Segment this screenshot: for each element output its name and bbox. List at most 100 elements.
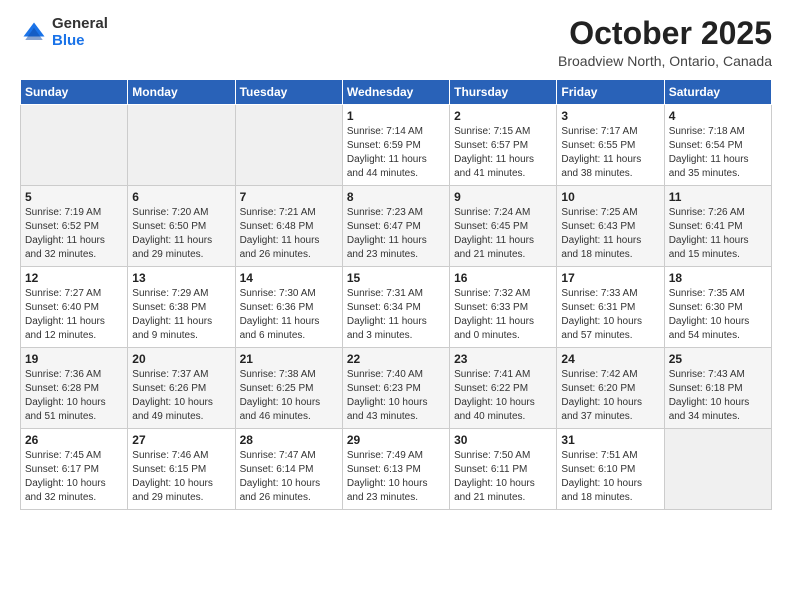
day-number: 16 [454, 271, 552, 285]
day-info: Sunrise: 7:42 AM Sunset: 6:20 PM Dayligh… [561, 368, 659, 424]
day-number: 23 [454, 352, 552, 366]
day-info: Sunrise: 7:23 AM Sunset: 6:47 PM Dayligh… [347, 206, 445, 262]
calendar-week-row: 26Sunrise: 7:45 AM Sunset: 6:17 PM Dayli… [21, 429, 772, 510]
day-info: Sunrise: 7:25 AM Sunset: 6:43 PM Dayligh… [561, 206, 659, 262]
calendar-cell: 16 Sunrise: 7:32 AM Sunset: 6:33 PM Dayli… [450, 267, 557, 348]
day-info: Sunrise: 7:19 AM Sunset: 6:52 PM Dayligh… [25, 206, 123, 262]
day-info: Sunrise: 7:35 AM Sunset: 6:30 PM Dayligh… [669, 287, 767, 343]
day-info: Sunrise: 7:36 AM Sunset: 6:28 PM Dayligh… [25, 368, 123, 424]
calendar-day-header: Thursday [450, 80, 557, 105]
day-number: 7 [240, 190, 338, 204]
calendar-cell: 30Sunrise: 7:50 AM Sunset: 6:11 PM Dayli… [450, 429, 557, 510]
day-number: 12 [25, 271, 123, 285]
day-number: 28 [240, 433, 338, 447]
calendar-cell: 22 Sunrise: 7:40 AM Sunset: 6:23 PM Dayli… [342, 348, 449, 429]
page: General Blue October 2025 Broadview Nort… [0, 0, 792, 612]
logo-text: General Blue [52, 16, 108, 49]
day-info: Sunrise: 7:14 AM Sunset: 6:59 PM Dayligh… [347, 125, 445, 181]
day-number: 24 [561, 352, 659, 366]
calendar-day-header: Sunday [21, 80, 128, 105]
day-info: Sunrise: 7:29 AM Sunset: 6:38 PM Dayligh… [132, 287, 230, 343]
day-number: 27 [132, 433, 230, 447]
calendar-cell: 10 Sunrise: 7:25 AM Sunset: 6:43 PM Dayli… [557, 186, 664, 267]
day-info: Sunrise: 7:50 AM Sunset: 6:11 PM Dayligh… [454, 449, 552, 505]
calendar-cell: 26Sunrise: 7:45 AM Sunset: 6:17 PM Dayli… [21, 429, 128, 510]
day-number: 20 [132, 352, 230, 366]
calendar-cell: 7 Sunrise: 7:21 AM Sunset: 6:48 PM Daylig… [235, 186, 342, 267]
calendar-cell: 31 Sunrise: 7:51 AM Sunset: 6:10 PM Dayli… [557, 429, 664, 510]
day-number: 4 [669, 109, 767, 123]
calendar-week-row: 5 Sunrise: 7:19 AM Sunset: 6:52 PM Daylig… [21, 186, 772, 267]
calendar-header-row: SundayMondayTuesdayWednesdayThursdayFrid… [21, 80, 772, 105]
logo-blue-text: Blue [52, 33, 108, 50]
location-subtitle: Broadview North, Ontario, Canada [558, 53, 772, 69]
day-number: 10 [561, 190, 659, 204]
day-number: 11 [669, 190, 767, 204]
calendar-cell: 23 Sunrise: 7:41 AM Sunset: 6:22 PM Dayli… [450, 348, 557, 429]
calendar-cell: 20Sunrise: 7:37 AM Sunset: 6:26 PM Dayli… [128, 348, 235, 429]
calendar-cell: 21 Sunrise: 7:38 AM Sunset: 6:25 PM Dayli… [235, 348, 342, 429]
calendar-cell: 2 Sunrise: 7:15 AM Sunset: 6:57 PM Daylig… [450, 105, 557, 186]
day-number: 1 [347, 109, 445, 123]
day-info: Sunrise: 7:33 AM Sunset: 6:31 PM Dayligh… [561, 287, 659, 343]
day-number: 13 [132, 271, 230, 285]
day-number: 8 [347, 190, 445, 204]
calendar-cell: 11Sunrise: 7:26 AM Sunset: 6:41 PM Dayli… [664, 186, 771, 267]
day-number: 18 [669, 271, 767, 285]
calendar-day-header: Tuesday [235, 80, 342, 105]
day-number: 17 [561, 271, 659, 285]
day-info: Sunrise: 7:21 AM Sunset: 6:48 PM Dayligh… [240, 206, 338, 262]
calendar-cell: 13 Sunrise: 7:29 AM Sunset: 6:38 PM Dayli… [128, 267, 235, 348]
day-info: Sunrise: 7:31 AM Sunset: 6:34 PM Dayligh… [347, 287, 445, 343]
day-info: Sunrise: 7:40 AM Sunset: 6:23 PM Dayligh… [347, 368, 445, 424]
calendar-cell: 18 Sunrise: 7:35 AM Sunset: 6:30 PM Dayli… [664, 267, 771, 348]
calendar-cell: 3Sunrise: 7:17 AM Sunset: 6:55 PM Daylig… [557, 105, 664, 186]
day-info: Sunrise: 7:15 AM Sunset: 6:57 PM Dayligh… [454, 125, 552, 181]
day-info: Sunrise: 7:47 AM Sunset: 6:14 PM Dayligh… [240, 449, 338, 505]
day-number: 9 [454, 190, 552, 204]
calendar-cell: 19Sunrise: 7:36 AM Sunset: 6:28 PM Dayli… [21, 348, 128, 429]
logo-general-text: General [52, 16, 108, 33]
day-number: 31 [561, 433, 659, 447]
calendar-cell: 17 Sunrise: 7:33 AM Sunset: 6:31 PM Dayli… [557, 267, 664, 348]
month-title: October 2025 [558, 16, 772, 51]
calendar-week-row: 12 Sunrise: 7:27 AM Sunset: 6:40 PM Dayli… [21, 267, 772, 348]
day-number: 26 [25, 433, 123, 447]
calendar-cell [21, 105, 128, 186]
day-info: Sunrise: 7:41 AM Sunset: 6:22 PM Dayligh… [454, 368, 552, 424]
day-number: 21 [240, 352, 338, 366]
day-number: 14 [240, 271, 338, 285]
calendar-cell: 6 Sunrise: 7:20 AM Sunset: 6:50 PM Daylig… [128, 186, 235, 267]
day-info: Sunrise: 7:30 AM Sunset: 6:36 PM Dayligh… [240, 287, 338, 343]
day-info: Sunrise: 7:27 AM Sunset: 6:40 PM Dayligh… [25, 287, 123, 343]
calendar-cell: 25Sunrise: 7:43 AM Sunset: 6:18 PM Dayli… [664, 348, 771, 429]
day-number: 5 [25, 190, 123, 204]
day-info: Sunrise: 7:32 AM Sunset: 6:33 PM Dayligh… [454, 287, 552, 343]
calendar-day-header: Saturday [664, 80, 771, 105]
day-info: Sunrise: 7:38 AM Sunset: 6:25 PM Dayligh… [240, 368, 338, 424]
day-info: Sunrise: 7:18 AM Sunset: 6:54 PM Dayligh… [669, 125, 767, 181]
calendar-day-header: Monday [128, 80, 235, 105]
day-info: Sunrise: 7:51 AM Sunset: 6:10 PM Dayligh… [561, 449, 659, 505]
calendar-table: SundayMondayTuesdayWednesdayThursdayFrid… [20, 79, 772, 510]
day-number: 3 [561, 109, 659, 123]
day-number: 2 [454, 109, 552, 123]
day-info: Sunrise: 7:49 AM Sunset: 6:13 PM Dayligh… [347, 449, 445, 505]
day-number: 6 [132, 190, 230, 204]
calendar-cell [128, 105, 235, 186]
calendar-cell [664, 429, 771, 510]
day-number: 15 [347, 271, 445, 285]
day-number: 22 [347, 352, 445, 366]
calendar-cell: 28 Sunrise: 7:47 AM Sunset: 6:14 PM Dayli… [235, 429, 342, 510]
day-info: Sunrise: 7:20 AM Sunset: 6:50 PM Dayligh… [132, 206, 230, 262]
day-info: Sunrise: 7:24 AM Sunset: 6:45 PM Dayligh… [454, 206, 552, 262]
day-info: Sunrise: 7:43 AM Sunset: 6:18 PM Dayligh… [669, 368, 767, 424]
calendar-cell: 15 Sunrise: 7:31 AM Sunset: 6:34 PM Dayli… [342, 267, 449, 348]
logo-icon [20, 19, 48, 47]
calendar-cell: 1 Sunrise: 7:14 AM Sunset: 6:59 PM Daylig… [342, 105, 449, 186]
calendar-cell [235, 105, 342, 186]
header: General Blue October 2025 Broadview Nort… [20, 16, 772, 69]
calendar-cell: 4 Sunrise: 7:18 AM Sunset: 6:54 PM Daylig… [664, 105, 771, 186]
calendar-cell: 24 Sunrise: 7:42 AM Sunset: 6:20 PM Dayli… [557, 348, 664, 429]
calendar-week-row: 1 Sunrise: 7:14 AM Sunset: 6:59 PM Daylig… [21, 105, 772, 186]
